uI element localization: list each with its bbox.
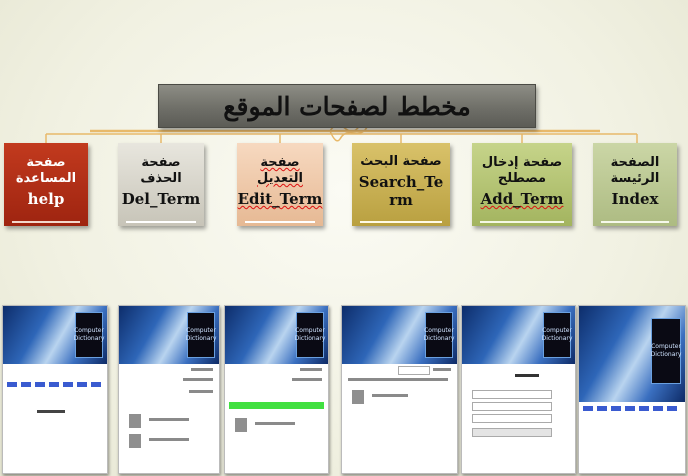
site-logo: Computer Dictionary	[542, 312, 572, 358]
node-add: صفحة إدخال مصطلح Add_Term	[472, 143, 572, 226]
node-del-english: Del_Term	[121, 190, 201, 208]
node-add-arabic: صفحة إدخال مصطلح	[481, 155, 563, 186]
node-del-arabic: صفحة الحذف	[140, 155, 182, 186]
index-page-screenshot: Computer Dictionary	[578, 305, 686, 474]
site-logo: Computer Dictionary	[186, 312, 216, 358]
node-help-english: help	[27, 190, 65, 208]
node-help-underline	[12, 221, 80, 223]
node-search: صفحة البحث Search_Term	[352, 143, 450, 226]
node-index-english: Index	[611, 190, 659, 208]
add-page-screenshot: Computer Dictionary	[461, 305, 576, 474]
node-edit: صفحة التعديل Edit_Term	[237, 143, 323, 226]
node-help-arabic: صفحة المساعدة	[15, 155, 77, 186]
search-page-screenshot: Computer Dictionary	[341, 305, 458, 474]
node-edit-underline	[245, 221, 315, 223]
site-logo: Computer Dictionary	[651, 318, 681, 384]
site-logo: Computer Dictionary	[424, 312, 454, 358]
node-index-arabic: الصفحة الرئيسة	[610, 155, 660, 186]
help-page-screenshot: Computer Dictionary	[2, 305, 108, 474]
node-search-underline	[360, 221, 442, 223]
node-add-underline	[480, 221, 564, 223]
node-help: صفحة المساعدة help	[4, 143, 88, 226]
node-edit-arabic: صفحة التعديل	[257, 155, 303, 186]
del-page-screenshot: Computer Dictionary	[118, 305, 220, 474]
site-logo: Computer Dictionary	[295, 312, 325, 358]
node-index: الصفحة الرئيسة Index	[593, 143, 677, 226]
diagram-title: مخطط لصفحات الموقع	[158, 84, 536, 128]
node-del: صفحة الحذف Del_Term	[118, 143, 204, 226]
node-search-arabic: صفحة البحث	[360, 154, 442, 169]
node-index-underline	[601, 221, 669, 223]
node-edit-english: Edit_Term	[237, 190, 323, 208]
node-search-english: Search_Term	[358, 173, 444, 209]
site-logo: Computer Dictionary	[74, 312, 104, 358]
node-add-english: Add_Term	[480, 190, 564, 208]
node-del-underline	[126, 221, 196, 223]
edit-page-screenshot: Computer Dictionary	[224, 305, 329, 474]
